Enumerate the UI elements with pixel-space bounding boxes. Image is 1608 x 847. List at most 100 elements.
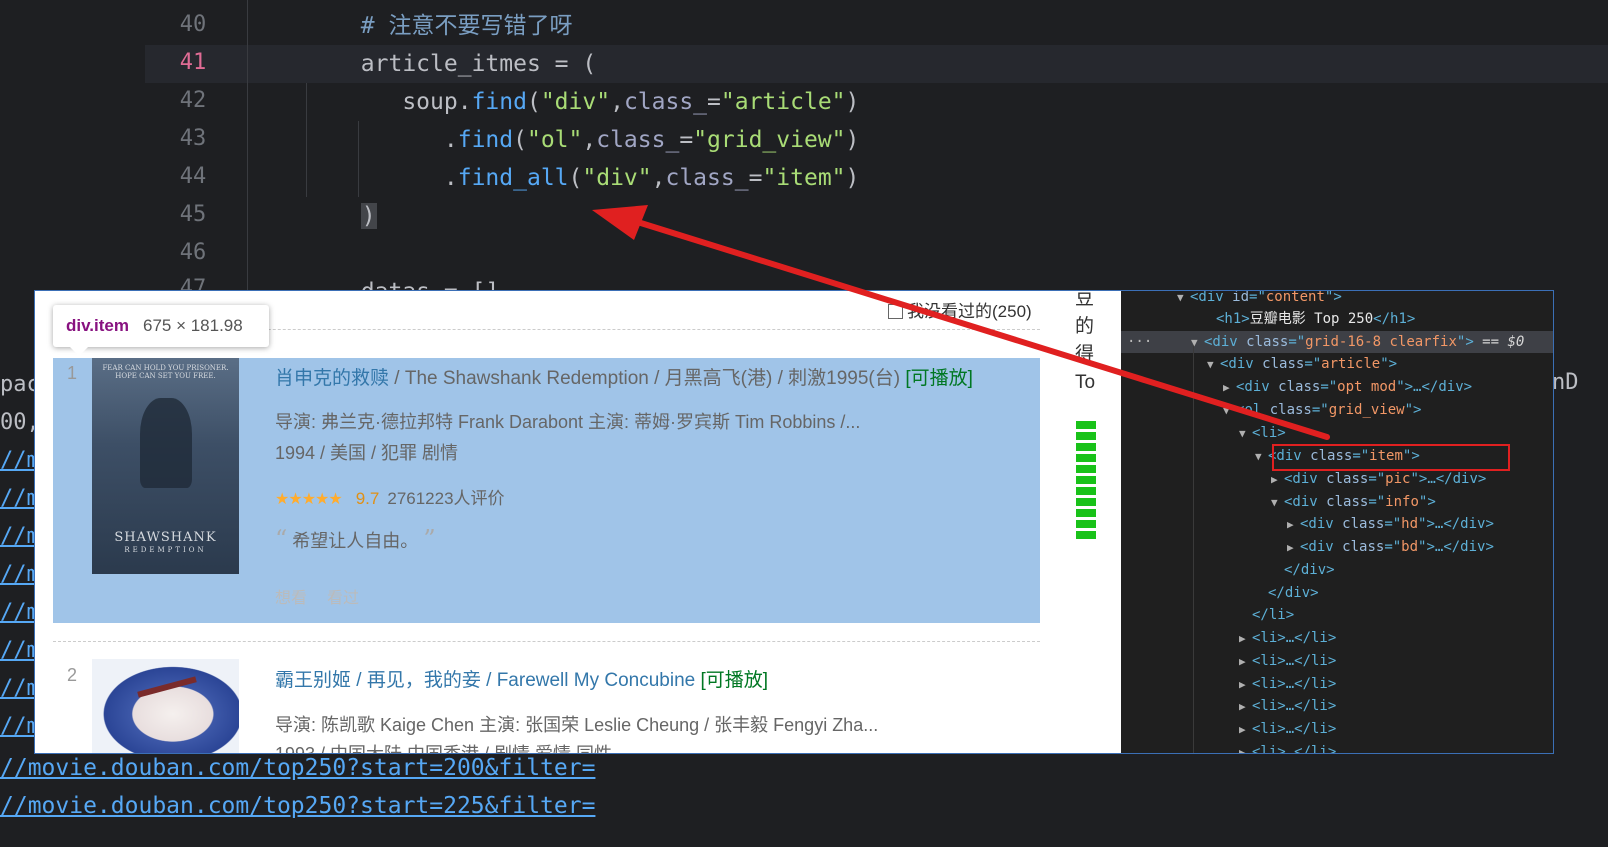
code-operator: = (: [540, 51, 597, 77]
dom-attr-value: content: [1265, 291, 1325, 305]
expand-triangle-icon[interactable]: ▶: [1239, 651, 1252, 673]
dom-tag: <li>…</li>: [1252, 630, 1337, 646]
dom-node-row[interactable]: ▶ <li>…</li>: [1239, 718, 1336, 740]
movie-title-link[interactable]: 霸王别姬: [275, 670, 351, 691]
editor-left-area: [0, 0, 145, 330]
more-dots-icon[interactable]: ···: [1127, 331, 1152, 353]
dom-attr-name: class: [1262, 356, 1305, 372]
dom-node-row[interactable]: <h1>豆瓣电影 Top 250</h1>: [1203, 308, 1415, 330]
dom-tag: </li>: [1252, 607, 1295, 623]
dom-node-row[interactable]: ▶ <div class="opt mod">…</div>: [1223, 376, 1472, 398]
dom-node-row[interactable]: ▼ <div id="content">: [1177, 291, 1342, 308]
line-number-active: 41: [179, 50, 207, 75]
expand-triangle-icon[interactable]: ▶: [1239, 719, 1252, 741]
expand-triangle-icon[interactable]: ▶: [1287, 537, 1300, 559]
dom-node-row[interactable]: </li>: [1239, 604, 1294, 626]
dom-tag: <li>…</li>: [1252, 721, 1337, 737]
playable-badge[interactable]: [可播放]: [905, 368, 973, 389]
quote-text: 希望让人自由。: [292, 531, 419, 551]
collapse-triangle-icon[interactable]: ▼: [1255, 446, 1268, 468]
dom-punct: ">…</div>: [1418, 516, 1494, 532]
movie-credits: 导演: 陈凯歌 Kaige Chen 主演: 张国荣 Leslie Cheung…: [275, 715, 879, 735]
quote-close-icon: ”: [423, 525, 436, 553]
want-to-watch-link[interactable]: 想看: [275, 590, 307, 607]
expand-triangle-icon[interactable]: ▶: [1223, 377, 1236, 399]
collapse-triangle-icon[interactable]: ▼: [1239, 423, 1252, 445]
code-line-42[interactable]: soup.find("div",class_="article"): [250, 83, 859, 121]
dom-punct: =": [1320, 379, 1338, 395]
dom-node-row[interactable]: ▼ <ol class="grid_view">: [1223, 399, 1421, 421]
url-string-link[interactable]: //movie.douban.com/top250?start=200&filt…: [0, 750, 595, 786]
sidebar-char: To: [1075, 372, 1096, 393]
collapse-triangle-icon[interactable]: ▼: [1271, 492, 1284, 514]
dom-attr-name: id: [1232, 291, 1250, 305]
code-line-45[interactable]: ): [250, 197, 377, 235]
collapse-triangle-icon[interactable]: ▼: [1191, 332, 1204, 354]
dom-node-row[interactable]: </div>: [1271, 559, 1335, 581]
url-string-link[interactable]: //movie.douban.com/top250?start=225&filt…: [0, 788, 595, 824]
collapse-triangle-icon[interactable]: ▼: [1223, 400, 1236, 422]
dom-node-row[interactable]: ▶ <li>…</li>: [1239, 627, 1336, 649]
expand-triangle-icon[interactable]: ▶: [1239, 628, 1252, 650]
code-line-41[interactable]: article_itmes = (: [250, 45, 596, 83]
dom-node-row[interactable]: ▶ <li>…</li>: [1239, 650, 1336, 672]
dom-punct: =": [1311, 402, 1329, 418]
dom-node-row[interactable]: ▶ <div class="hd">…</div>: [1287, 513, 1494, 535]
code-keyword-arg: class_: [665, 165, 749, 191]
dom-node-row[interactable]: ▶ <div class="pic">…</div>: [1271, 468, 1486, 490]
dom-attr-value: grid_view: [1328, 402, 1405, 418]
code-comma: ,: [582, 127, 597, 153]
code-line-44[interactable]: .find_all("div",class_="item"): [250, 159, 860, 197]
dom-node-row[interactable]: ▶ <li>…</li>: [1239, 695, 1336, 717]
code-function: find: [457, 127, 514, 153]
dom-node-row[interactable]: ▼ <li>: [1239, 422, 1286, 444]
expand-triangle-icon[interactable]: ▶: [1239, 742, 1252, 753]
dom-tag: <div: [1220, 356, 1263, 372]
dom-node-row[interactable]: ▼ <div class="grid-16-8 clearfix"> == $0: [1191, 331, 1524, 353]
collapse-triangle-icon[interactable]: ▼: [1177, 291, 1190, 309]
code-paren: (: [568, 165, 583, 191]
movie-info: 1994 / 美国 / 犯罪 剧情: [275, 443, 459, 463]
collapse-triangle-icon[interactable]: ▼: [1207, 354, 1220, 376]
poster-title: SHAWSHANK: [114, 530, 217, 545]
movie-title-row[interactable]: 肖申克的救赎 / The Shawshank Redemption / 月黑高飞…: [275, 363, 973, 390]
code-line-40[interactable]: # 注意不要写错了呀: [250, 7, 573, 45]
watched-link[interactable]: 看过: [327, 590, 359, 607]
tooltip-dimensions: 675 × 181.98: [142, 316, 243, 335]
dom-node-row[interactable]: ▼ <div class="info">: [1271, 491, 1436, 513]
poster-figure: [140, 398, 192, 488]
movie-title-row[interactable]: 霸王别姬 / 再见，我的妾 / Farewell My Concubine [可…: [275, 665, 768, 692]
code-string: "grid_view": [693, 127, 846, 153]
dom-attr-name: class: [1278, 379, 1321, 395]
movie-title-link[interactable]: 肖申克的救赎: [275, 368, 389, 389]
code-paren: (: [513, 127, 527, 153]
dom-node-row[interactable]: ▼ <div class="article">: [1207, 353, 1397, 375]
dom-punct: =": [1384, 539, 1402, 555]
code-string: "article": [720, 89, 846, 115]
expand-triangle-icon[interactable]: ▶: [1239, 674, 1252, 696]
checkbox-icon[interactable]: [888, 304, 903, 319]
code-comma: ,: [651, 165, 666, 191]
dom-punct: ">: [1380, 356, 1398, 372]
dom-node-row[interactable]: ▶ <div class="bd">…</div>: [1287, 536, 1494, 558]
movie-poster[interactable]: FEAR CAN HOLD YOU PRISONER. HOPE CAN SET…: [92, 358, 239, 574]
devtools-elements-panel[interactable]: ··· ▼ <div id="content"> <h1>豆瓣电影 Top 250<…: [1121, 291, 1553, 753]
dom-node-row[interactable]: ▶ <li>…</li>: [1239, 673, 1336, 695]
dom-attr-name: class: [1326, 494, 1369, 510]
unseen-filter-checkbox[interactable]: 我没看过的(250): [888, 297, 1032, 322]
dom-node-row[interactable]: ▶ <li>…</li>: [1239, 741, 1336, 753]
poster-brush: [137, 676, 197, 698]
playable-badge[interactable]: [可播放]: [701, 670, 769, 691]
code-function: find_all: [457, 165, 569, 191]
code-comma: ,: [610, 89, 624, 115]
dom-node-row[interactable]: </div>: [1255, 582, 1319, 604]
code-line-43[interactable]: .find("ol",class_="grid_view"): [250, 121, 860, 159]
code-variable: article_itmes: [360, 51, 541, 77]
dom-attr-value: hd: [1401, 516, 1419, 532]
expand-triangle-icon[interactable]: ▶: [1239, 696, 1252, 718]
dom-tag: </h1>: [1373, 311, 1416, 327]
expand-triangle-icon[interactable]: ▶: [1271, 469, 1284, 491]
code-paren: (: [526, 89, 541, 115]
movie-poster[interactable]: [92, 659, 239, 753]
expand-triangle-icon[interactable]: ▶: [1287, 514, 1300, 536]
